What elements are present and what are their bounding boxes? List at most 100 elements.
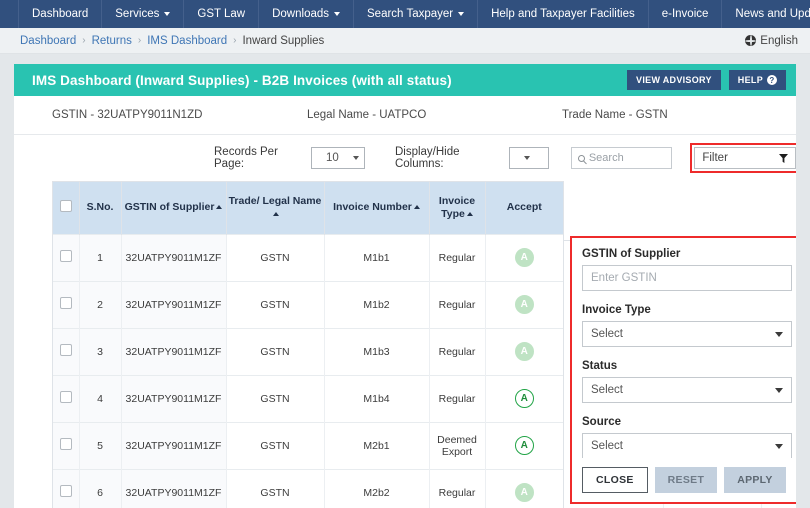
column-header-label: Invoice Number [333,201,412,214]
search-input[interactable]: Search [570,147,673,169]
cell-gstin: 32UATPY9011M1ZF [121,468,227,508]
column-header-trade-legal-name[interactable]: Trade/ Legal Name [226,182,325,234]
search-icon [577,154,585,162]
nav-item-help-and-taxpayer-facilities[interactable]: Help and Taxpayer Facilities [478,0,649,28]
close-button[interactable]: CLOSE [582,467,648,493]
nav-item-label: News and Updates [735,8,810,20]
nav-item-label: Search Taxpayer [367,8,454,20]
table-controls: Records Per Page: 10 Display/Hide Column… [14,135,796,181]
view-advisory-button[interactable]: VIEW ADVISORY [627,70,721,90]
cell-gstin: 32UATPY9011M1ZF [121,374,227,422]
help-label: HELP [737,75,763,85]
nav-item-news-and-updates[interactable]: News and Updates [722,0,810,28]
apply-button[interactable]: APPLY [724,467,786,493]
cell-invoice-number: M1b2 [324,280,430,328]
breadcrumb-item-returns[interactable]: Returns [92,35,132,47]
column-header-gstin-of-supplier[interactable]: GSTIN of Supplier [121,182,227,234]
accept-badge[interactable]: A [514,436,534,455]
nav-item-services[interactable]: Services [102,0,185,28]
sort-ascending-icon [216,205,223,210]
main-navbar: Dashboard Services GST Law Downloads Sea… [0,0,810,28]
filter-status-label: Status [582,360,618,372]
nav-item-search-taxpayer[interactable]: Search Taxpayer [354,0,479,28]
column-header-sno[interactable]: S.No. [79,182,122,234]
filter-invoice-type-select[interactable]: Select [582,321,792,347]
cell-gstin: 32UATPY9011M1ZF [121,233,227,281]
table-row: 3 32UATPY9011M1ZF GSTN M1b3 Regular A [53,327,563,375]
filter-status-select[interactable]: Select [582,377,792,403]
row-checkbox[interactable] [59,250,72,262]
nav-item-e-invoice[interactable]: e-Invoice [649,0,723,28]
breadcrumb-item-inward-supplies: Inward Supplies [242,34,325,47]
accept-badge[interactable]: A [514,483,534,503]
row-select-cell [53,233,80,281]
help-button[interactable]: HELP ? [728,70,786,90]
accept-badge[interactable]: A [514,295,534,314]
display-hide-columns-select[interactable] [509,147,549,169]
accept-badge[interactable]: A [514,342,534,361]
cell-gstin: 32UATPY9011M1ZF [121,421,227,469]
question-mark-icon: ? [767,75,777,85]
table-body: 1 32UATPY9011M1ZF GSTN M1b1 Regular A 2 … [53,233,563,508]
breadcrumb-item-ims-dashboard[interactable]: IMS Dashboard [147,35,227,47]
filter-panel-scroll-area: GSTIN of Supplier Enter GSTIN Invoice Ty… [582,248,796,458]
cell-trade-name: GSTN [226,327,325,375]
column-header-invoice-number[interactable]: Invoice Number [324,182,430,234]
nav-item-label: GST Law [197,8,246,20]
select-all-checkbox[interactable] [59,199,72,212]
language-selector[interactable]: English [745,35,798,47]
row-checkbox[interactable] [59,485,72,498]
filter-button[interactable]: Filter [690,143,796,173]
nav-item-downloads[interactable]: Downloads [259,0,355,28]
records-per-page-select[interactable]: 10 [310,147,365,169]
row-checkbox[interactable] [59,438,72,450]
filter-gstin-placeholder: Enter GSTIN [591,272,657,284]
row-checkbox[interactable] [59,344,72,356]
cell-sno: 3 [79,327,122,375]
column-header-invoice-type[interactable]: Invoice Type [429,182,486,234]
filter-invoice-type-label: Invoice Type [582,304,651,316]
cell-accept: A [485,421,563,469]
accept-badge[interactable]: A [514,248,534,267]
cell-sno: 2 [79,280,122,328]
table-header-row: S.No. GSTIN of Supplier Trade/ Legal Nam… [53,182,563,234]
breadcrumb-item-dashboard[interactable]: Dashboard [20,35,76,47]
cell-trade-name: GSTN [226,374,325,422]
cell-accept: A [485,327,563,375]
reset-button[interactable]: RESET [654,467,718,493]
table-row: 4 32UATPY9011M1ZF GSTN M1b4 Regular A [53,374,563,422]
legal-name-value: Legal Name - UATPCO [307,109,427,121]
display-hide-columns-control: Display/Hide Columns: [395,146,549,170]
cell-invoice-number: M1b4 [324,374,430,422]
cell-sno: 4 [79,374,122,422]
nav-item-gst-law[interactable]: GST Law [184,0,260,28]
filter-status-value: Select [591,384,623,396]
display-hide-columns-label: Display/Hide Columns: [394,146,460,170]
row-checkbox[interactable] [59,297,72,309]
table-row: 6 32UATPY9011M1ZF GSTN M2b2 Regular A [53,468,563,508]
cell-trade-name: GSTN [226,421,325,469]
column-header-label: Invoice Type [438,194,476,220]
cell-invoice-number: M2b1 [324,421,430,469]
row-select-cell [53,421,80,469]
nav-item-label: Dashboard [32,8,89,20]
chevron-down-icon [458,12,465,16]
records-per-page-value: 10 [325,152,339,164]
cell-invoice-type: Regular [429,233,486,281]
sort-ascending-icon [273,211,279,216]
page-body: IMS Dashboard (Inward Supplies) - B2B In… [0,54,810,508]
cell-invoice-type: Regular [429,280,486,328]
column-header-label: Trade/ Legal Name [228,194,322,207]
nav-item-dashboard[interactable]: Dashboard [18,0,103,28]
chevron-down-icon [775,387,783,393]
card-header-actions: VIEW ADVISORY HELP ? [627,70,786,90]
filter-source-select[interactable]: Select [582,433,792,458]
accept-badge[interactable]: A [514,389,534,408]
cell-invoice-number: M2b2 [324,468,430,508]
filter-gstin-input[interactable]: Enter GSTIN [582,265,792,291]
cell-sno: 5 [79,421,122,469]
cell-invoice-type: Deemed Export [429,421,486,469]
breadcrumb-separator: › [233,35,237,46]
table-row: 2 32UATPY9011M1ZF GSTN M1b2 Regular A [53,280,563,328]
row-checkbox[interactable] [59,391,72,403]
